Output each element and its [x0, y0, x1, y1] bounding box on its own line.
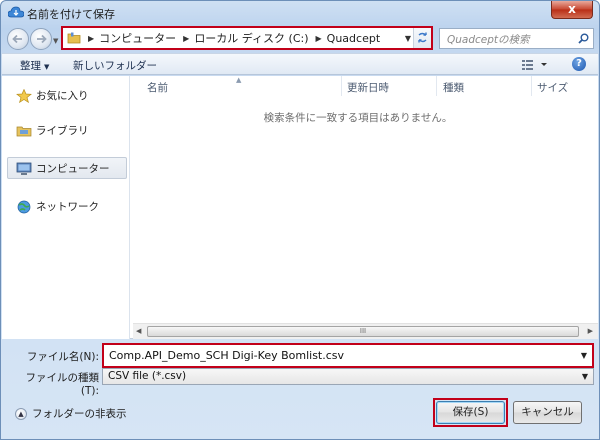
empty-results-message: 検索条件に一致する項目はありません。: [263, 112, 453, 124]
column-divider[interactable]: [436, 76, 437, 96]
save-button[interactable]: 保存(S): [436, 401, 505, 424]
chevron-down-icon[interactable]: ▼: [581, 351, 587, 360]
chevron-up-icon: ▲: [15, 407, 27, 420]
organize-menu[interactable]: 整理 ▼: [20, 58, 49, 73]
view-options-icon[interactable]: [522, 59, 548, 70]
sidebar-item-label: ライブラリ: [36, 125, 89, 137]
network-icon: [17, 200, 31, 213]
sidebar-item-label: コンピューター: [36, 163, 110, 175]
chevron-down-icon: ▼: [44, 63, 50, 71]
breadcrumb-quadcept[interactable]: Quadcept: [327, 32, 380, 45]
breadcrumb-chevron-icon[interactable]: ▶: [88, 34, 94, 43]
folder-icon: [67, 32, 81, 44]
sidebar-item-network[interactable]: ネットワーク: [16, 199, 99, 214]
back-button[interactable]: [7, 28, 29, 50]
sort-indicator-icon: ▲: [236, 76, 242, 84]
title-bar: 名前を付けて保存 x: [1, 1, 599, 25]
star-icon: [16, 88, 32, 103]
address-dropdown-icon[interactable]: ▼: [405, 34, 411, 43]
library-icon: [16, 126, 32, 136]
horizontal-scrollbar[interactable]: ◀ III ▶: [133, 323, 598, 339]
save-as-dialog: 名前を付けて保存 x ▼ ▶ コンピューター ▶ ローカル ディスク (C:) …: [0, 0, 600, 440]
scroll-thumb[interactable]: III: [147, 326, 579, 337]
scroll-left-icon[interactable]: ◀: [136, 327, 141, 335]
chevron-down-icon: ▼: [581, 372, 588, 381]
help-icon[interactable]: ?: [572, 57, 586, 71]
breadcrumb-chevron-icon[interactable]: ▶: [183, 34, 189, 43]
hide-folders-label: フォルダーの非表示: [32, 408, 127, 420]
new-folder-button[interactable]: 新しいフォルダー: [73, 58, 157, 73]
cloud-save-icon: [8, 6, 24, 18]
scroll-grip-icon: III: [359, 327, 367, 335]
scroll-right-icon[interactable]: ▶: [588, 327, 593, 335]
window-title: 名前を付けて保存: [27, 8, 115, 21]
close-icon: x: [568, 2, 576, 16]
sidebar-item-label: お気に入り: [36, 90, 89, 102]
cancel-button[interactable]: キャンセル: [513, 401, 582, 424]
search-icon[interactable]: [578, 33, 589, 44]
refresh-button[interactable]: [413, 28, 431, 48]
address-bar[interactable]: ▶ コンピューター ▶ ローカル ディスク (C:) ▶ Quadcept ▼: [61, 26, 433, 50]
breadcrumb-computer[interactable]: コンピューター: [99, 30, 176, 46]
sidebar-item-favorites[interactable]: お気に入り: [16, 88, 89, 103]
arrow-left-icon: [12, 34, 22, 44]
close-button[interactable]: x: [551, 1, 593, 19]
organize-label: 整理: [20, 60, 41, 72]
filename-label: ファイル名(N):: [26, 351, 99, 363]
column-header-modified[interactable]: 更新日時: [347, 80, 389, 95]
column-divider[interactable]: [531, 76, 532, 96]
column-header-size[interactable]: サイズ: [537, 80, 568, 95]
sidebar-item-label: ネットワーク: [36, 201, 99, 213]
filetype-value: CSV file (*.csv): [108, 370, 187, 382]
navigation-pane: お気に入り ライブラリ コンピューター ネットワーク: [2, 76, 130, 339]
file-list[interactable]: ▲ 名前 更新日時 種類 サイズ 検索条件に一致する項目はありません。 ◀ II…: [133, 76, 598, 339]
column-divider[interactable]: [341, 76, 342, 96]
forward-button[interactable]: [30, 28, 52, 50]
breadcrumb-chevron-icon[interactable]: ▶: [316, 34, 322, 43]
filename-input[interactable]: Comp.API_Demo_SCH Digi-Key Bomlist.csv ▼: [102, 343, 594, 368]
browser-pane: お気に入り ライブラリ コンピューター ネットワーク ▲ 名前 更新日時 種類 …: [2, 76, 598, 339]
sidebar-item-computer[interactable]: コンピューター: [16, 161, 110, 176]
computer-icon: [16, 162, 32, 175]
hide-folders-toggle[interactable]: ▲ フォルダーの非表示: [15, 406, 127, 421]
filename-value: Comp.API_Demo_SCH Digi-Key Bomlist.csv: [109, 349, 345, 362]
arrow-right-icon: [37, 34, 47, 44]
search-placeholder: Quadceptの検索: [447, 34, 530, 46]
command-toolbar: 整理 ▼ 新しいフォルダー ?: [2, 53, 598, 75]
search-input[interactable]: Quadceptの検索: [439, 28, 594, 49]
sidebar-item-libraries[interactable]: ライブラリ: [16, 123, 89, 138]
breadcrumb-local-disk[interactable]: ローカル ディスク (C:): [194, 30, 308, 46]
refresh-icon: [418, 32, 427, 43]
column-header-type[interactable]: 種類: [443, 80, 464, 95]
filetype-label: ファイルの種類(T):: [25, 372, 100, 397]
filetype-select[interactable]: CSV file (*.csv) ▼: [102, 368, 594, 385]
column-header-name[interactable]: 名前: [147, 80, 168, 95]
recent-pages-chevron-icon[interactable]: ▼: [53, 37, 58, 45]
